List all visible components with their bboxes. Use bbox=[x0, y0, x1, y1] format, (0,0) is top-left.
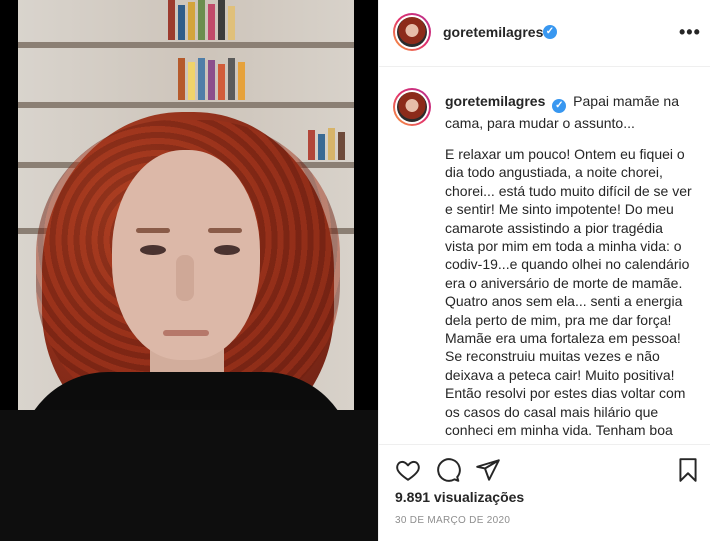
book bbox=[238, 62, 245, 100]
post-header: goretemilagres ✓ ••• bbox=[379, 0, 710, 67]
heart-icon[interactable] bbox=[395, 457, 421, 483]
more-options-icon[interactable]: ••• bbox=[679, 22, 701, 43]
views-count[interactable]: 9.891 visualizações bbox=[395, 489, 524, 505]
book bbox=[168, 0, 175, 40]
book bbox=[328, 128, 335, 160]
header-username[interactable]: goretemilagres bbox=[443, 24, 543, 40]
action-bar bbox=[379, 444, 710, 489]
book bbox=[198, 58, 205, 100]
video-frame[interactable] bbox=[18, 0, 354, 410]
avatar-photo bbox=[397, 17, 427, 47]
caption-avatar[interactable] bbox=[393, 88, 431, 126]
bookmark-icon[interactable] bbox=[675, 457, 701, 483]
share-icon[interactable] bbox=[475, 457, 501, 483]
right-eye bbox=[214, 245, 240, 255]
book bbox=[218, 0, 225, 40]
comment-icon[interactable] bbox=[435, 457, 461, 483]
caption-header: goretemilagres ✓ Papai mamãe na cama, pa… bbox=[445, 91, 685, 134]
verified-badge-icon: ✓ bbox=[552, 99, 567, 113]
left-eye bbox=[140, 245, 166, 255]
post-sidebar: goretemilagres ✓ ••• goretemilagres ✓ Pa… bbox=[378, 0, 710, 541]
book bbox=[338, 132, 345, 160]
nose bbox=[176, 255, 194, 301]
book bbox=[178, 58, 185, 100]
mouth bbox=[163, 330, 209, 336]
left-eyebrow bbox=[136, 228, 170, 233]
book bbox=[308, 130, 315, 160]
video-bottom-area bbox=[0, 410, 378, 541]
avatar[interactable] bbox=[393, 13, 431, 51]
book bbox=[178, 5, 185, 40]
bookshelf bbox=[18, 102, 354, 108]
book bbox=[318, 134, 325, 160]
book bbox=[208, 60, 215, 100]
post-media[interactable] bbox=[0, 0, 378, 541]
verified-badge-icon: ✓ bbox=[543, 25, 557, 39]
caption-username[interactable]: goretemilagres bbox=[445, 93, 545, 109]
avatar-photo bbox=[397, 92, 427, 122]
book bbox=[228, 58, 235, 100]
post-date[interactable]: 30 DE MARÇO DE 2020 bbox=[395, 515, 510, 526]
instagram-post: goretemilagres ✓ ••• goretemilagres ✓ Pa… bbox=[0, 0, 710, 541]
book bbox=[188, 2, 195, 40]
caption-area[interactable]: goretemilagres ✓ Papai mamãe na cama, pa… bbox=[379, 67, 710, 443]
bookshelf bbox=[18, 42, 354, 48]
book bbox=[218, 64, 225, 100]
book bbox=[198, 0, 205, 40]
caption-body: E relaxar um pouco! Ontem eu fiquei o di… bbox=[445, 146, 692, 443]
book bbox=[188, 62, 195, 100]
right-eyebrow bbox=[208, 228, 242, 233]
book bbox=[208, 4, 215, 40]
book bbox=[228, 6, 235, 40]
